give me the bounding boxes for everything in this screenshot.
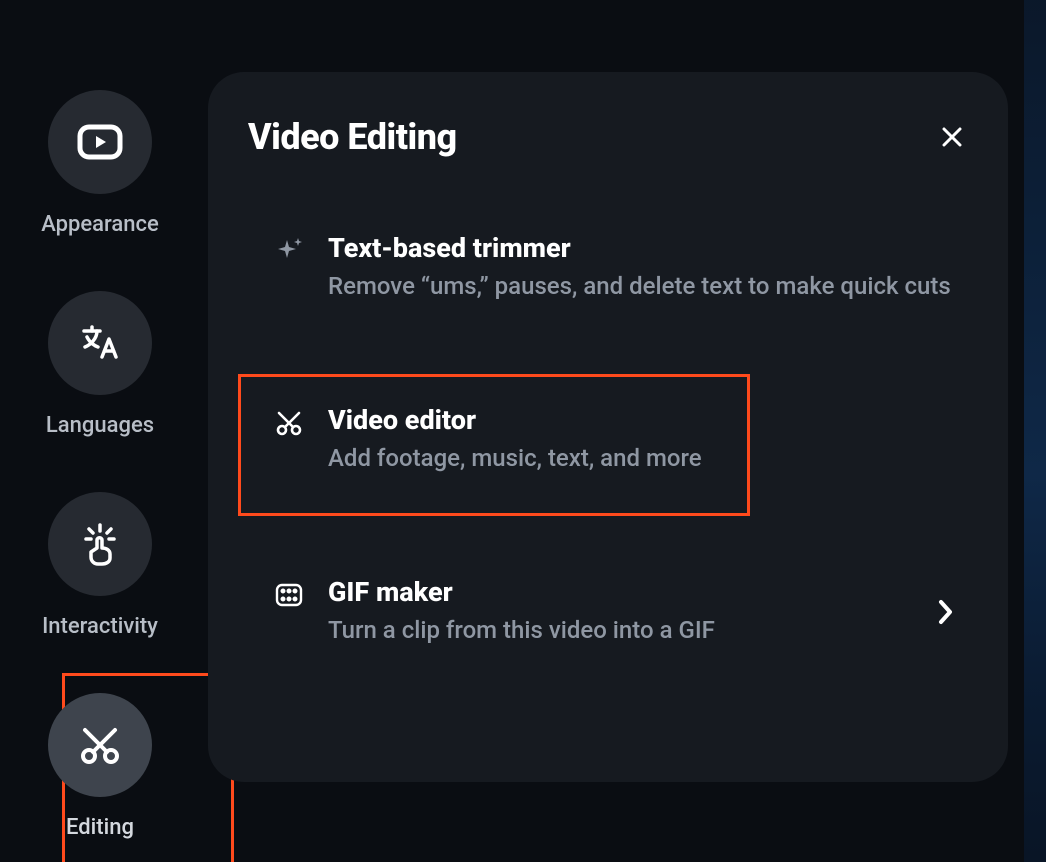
play-rect-icon (77, 124, 123, 160)
close-button[interactable] (936, 121, 968, 153)
sidebar-item-icon-circle (48, 693, 152, 797)
option-text-based-trimmer[interactable]: Text-based trimmer Remove “ums,” pauses,… (248, 218, 968, 318)
sidebar-item-wrap: Editing (48, 693, 152, 840)
sparkle-icon (272, 234, 306, 268)
option-body: Video editor Add footage, music, text, a… (328, 404, 960, 476)
panel-title: Video Editing (248, 116, 457, 158)
sidebar-item-icon-circle (48, 492, 152, 596)
sidebar-item-label: Appearance (41, 212, 159, 237)
option-body: Text-based trimmer Remove “ums,” pauses,… (328, 232, 960, 304)
sidebar: Appearance Languages (0, 0, 200, 862)
option-title: Video editor (328, 404, 960, 436)
option-desc: Remove “ums,” pauses, and delete text to… (328, 270, 960, 304)
app-root: Appearance Languages (0, 0, 1046, 862)
sidebar-item-icon-circle (48, 90, 152, 194)
panel-header: Video Editing (248, 116, 968, 158)
close-icon (940, 125, 964, 149)
option-gif-maker[interactable]: GIF maker Turn a clip from this video in… (248, 562, 968, 662)
sidebar-item-appearance[interactable]: Appearance (41, 90, 159, 237)
tap-icon (78, 520, 122, 568)
sidebar-item-editing[interactable]: Editing (48, 693, 152, 840)
scissors-icon (272, 406, 306, 440)
translate-icon (78, 321, 122, 365)
sidebar-item-interactivity[interactable]: Interactivity (42, 492, 158, 639)
option-desc: Add footage, music, text, and more (328, 442, 960, 476)
option-video-editor[interactable]: Video editor Add footage, music, text, a… (248, 390, 968, 490)
sidebar-item-label: Languages (46, 413, 154, 438)
option-title: Text-based trimmer (328, 232, 960, 264)
sidebar-item-icon-circle (48, 291, 152, 395)
sidebar-item-languages[interactable]: Languages (46, 291, 154, 438)
option-body: GIF maker Turn a clip from this video in… (328, 576, 914, 648)
sidebar-item-label: Interactivity (42, 614, 158, 639)
chevron-right-icon (936, 598, 954, 626)
sidebar-item-label: Editing (66, 815, 134, 840)
option-title: GIF maker (328, 576, 914, 608)
background-strip (1024, 0, 1046, 862)
film-icon (272, 578, 306, 612)
scissors-icon (77, 722, 123, 768)
option-desc: Turn a clip from this video into a GIF (328, 614, 914, 648)
video-editing-panel: Video Editing Text-based trimmer (208, 72, 1008, 782)
